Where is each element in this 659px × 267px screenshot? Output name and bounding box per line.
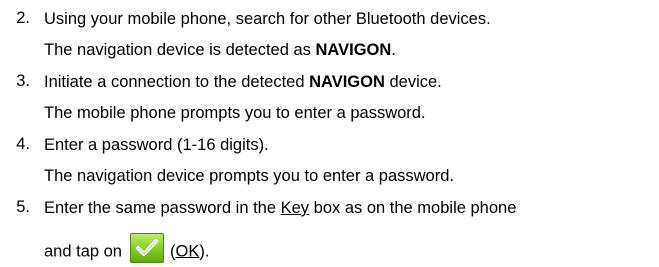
device-name: NAVIGON <box>315 41 392 59</box>
step-result: The navigation device prompts you to ent… <box>44 166 454 186</box>
ok-button[interactable] <box>130 233 164 263</box>
ok-label: OK <box>175 242 200 261</box>
step-number: 2. <box>16 9 30 27</box>
step-text-part: box as on the mobile phone <box>309 199 517 217</box>
step-text: Using your mobile phone, search for othe… <box>44 9 491 29</box>
step-text-part: ). <box>199 242 210 261</box>
step-text-part: The navigation device prompts you to ent… <box>44 167 454 185</box>
step-action: and tap on (OK). <box>44 233 210 267</box>
step-text-part: device. <box>384 73 442 91</box>
check-icon <box>136 239 158 256</box>
step-text-part: and tap on <box>44 242 122 261</box>
step-text-part: The mobile phone prompts you to enter a … <box>44 104 426 122</box>
step-text: Initiate a connection to the detected NA… <box>44 72 442 92</box>
step-result: The mobile phone prompts you to enter a … <box>44 103 426 123</box>
step-number: 5. <box>16 198 30 216</box>
key-field-reference: Key <box>280 199 310 217</box>
step-result: The navigation device is detected as NAV… <box>44 40 396 60</box>
step-text: Enter a password (1-16 digits). <box>44 135 269 155</box>
step-text-part: Using your mobile phone, search for othe… <box>44 10 491 28</box>
step-text: Enter the same password in the Key box a… <box>44 198 516 218</box>
step-number: 3. <box>16 72 30 90</box>
step-number: 4. <box>16 135 30 153</box>
step-text-part: Initiate a connection to the detected <box>44 73 310 91</box>
instruction-list: 2. Using your mobile phone, search for o… <box>0 0 659 266</box>
device-name: NAVIGON <box>309 73 385 91</box>
step-text-part: Enter the same password in the <box>44 199 281 217</box>
step-text-part: . <box>391 41 396 59</box>
step-text-part: The navigation device is detected as <box>44 41 316 59</box>
step-text-part: Enter a password (1-16 digits). <box>44 136 269 154</box>
